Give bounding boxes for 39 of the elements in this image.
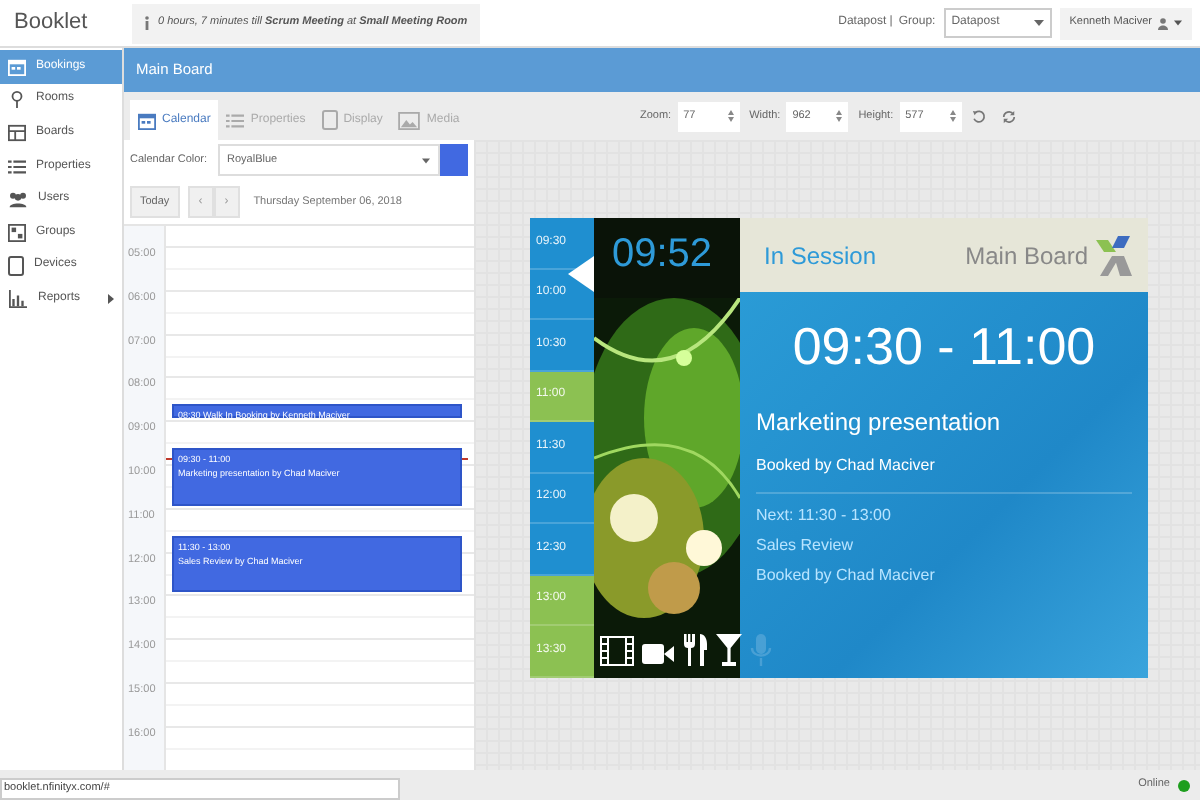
board-name: Main Board (965, 239, 1088, 273)
list-icon (226, 111, 245, 129)
refresh-icon[interactable] (1001, 109, 1016, 123)
film-icon (600, 636, 634, 666)
image-icon (398, 111, 421, 129)
next-booking-time: Next: 11:30 - 13:00 (756, 504, 893, 528)
spinner-icon (836, 110, 843, 122)
pin-icon (8, 90, 26, 109)
current-booking-time: 09:30 - 11:00 (790, 320, 1098, 372)
board-icon (8, 123, 26, 142)
fork-knife-icon (682, 634, 708, 666)
cocktail-glass-icon (716, 634, 742, 666)
users-icon (8, 190, 28, 209)
calendar-icon (8, 57, 26, 76)
spinner-icon (727, 110, 734, 122)
current-booking-owner: Booked by Chad Maciver (756, 454, 1132, 494)
app-title: Booklet (12, 8, 90, 39)
bar-chart-icon (8, 289, 28, 308)
user-icon (1158, 17, 1168, 29)
tablet-icon (321, 110, 338, 130)
groups-icon (8, 223, 26, 242)
color-swatch[interactable] (440, 144, 468, 176)
video-camera-icon (642, 642, 674, 666)
caret-icon (422, 157, 430, 163)
microphone-icon (750, 634, 772, 666)
tablet-icon (8, 255, 24, 276)
caret-icon (1174, 20, 1182, 26)
logo-icon (1096, 235, 1132, 275)
board-status: In Session (764, 239, 879, 273)
caret-icon (1033, 20, 1044, 26)
board-clock: 09:52 (612, 234, 713, 274)
undo-icon[interactable] (971, 109, 986, 123)
list-icon (8, 157, 26, 176)
current-booking-title: Marketing presentation (756, 406, 1003, 440)
next-booking-title: Sales Review (756, 534, 855, 558)
next-booking-owner: Booked by Chad Maciver (756, 564, 937, 588)
info-icon (144, 16, 150, 30)
spinner-icon (949, 110, 956, 122)
calendar-icon (138, 111, 156, 129)
